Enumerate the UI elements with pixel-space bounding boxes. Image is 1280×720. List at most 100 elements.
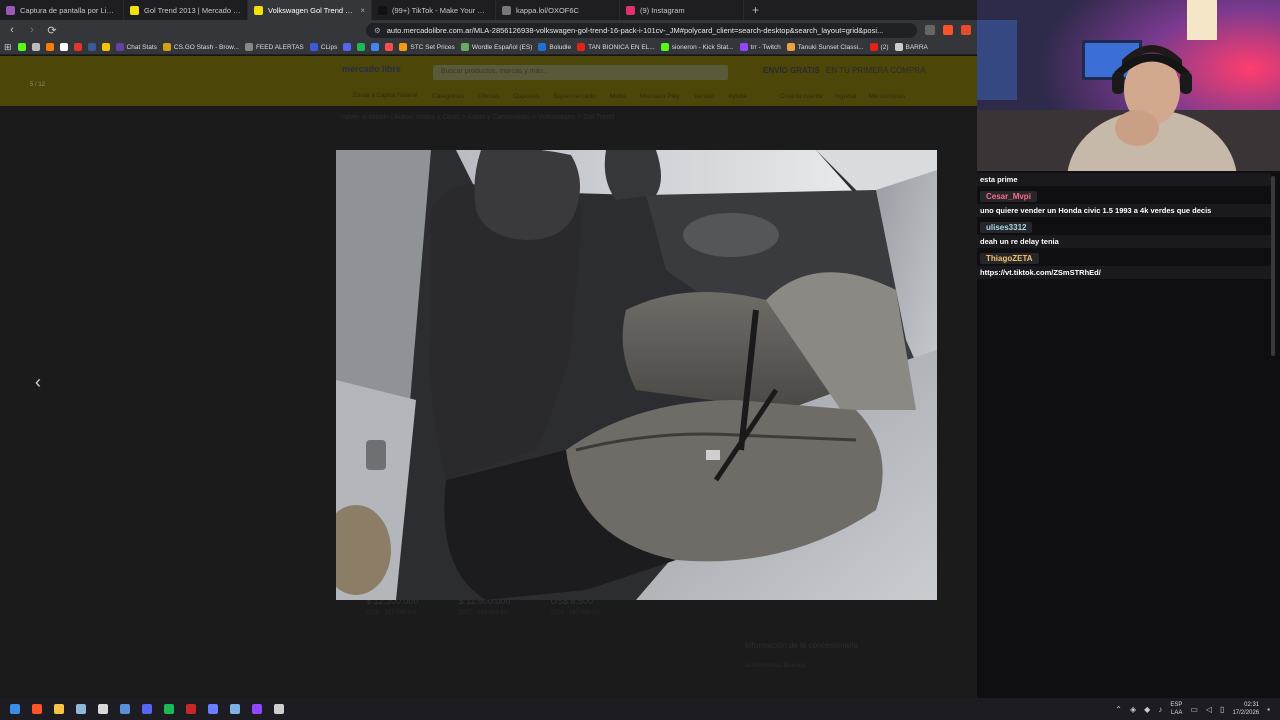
bookmark-item[interactable] bbox=[371, 43, 380, 51]
bookmark-item[interactable]: BARRA bbox=[894, 43, 928, 51]
bookmark-item[interactable] bbox=[73, 43, 82, 51]
chevron-up-icon[interactable]: ⌃ bbox=[1115, 705, 1122, 714]
brave-browser-icon-glyph bbox=[32, 704, 42, 714]
bookmark-favicon-icon bbox=[739, 43, 748, 51]
bookmark-item[interactable]: CLips bbox=[309, 43, 338, 51]
nav-link[interactable]: Ayuda bbox=[728, 93, 746, 100]
bookmark-item[interactable]: (2) bbox=[869, 43, 889, 51]
steam-icon[interactable] bbox=[70, 698, 92, 720]
browser-tab[interactable]: kappa.lol/OXOF6C bbox=[496, 0, 620, 20]
system-clock[interactable]: 02:31 17/2/2026 bbox=[1232, 701, 1259, 717]
bookmark-item[interactable]: FEED ALERTAS bbox=[244, 43, 304, 51]
refresh-app-icon[interactable] bbox=[268, 698, 290, 720]
chat-scrollbar[interactable] bbox=[1271, 176, 1275, 356]
file-explorer-icon[interactable] bbox=[48, 698, 70, 720]
network-app-icon[interactable] bbox=[224, 698, 246, 720]
nav-link[interactable]: Categorías bbox=[432, 93, 464, 100]
input-language[interactable]: ESP LAA bbox=[1170, 701, 1182, 717]
account-link[interactable]: Ingresá bbox=[835, 93, 857, 100]
bookmark-item[interactable]: sioneron - Kick Stat... bbox=[660, 43, 734, 51]
battery-icon[interactable]: ▯ bbox=[1220, 705, 1224, 714]
bookmark-item[interactable] bbox=[101, 43, 110, 51]
nav-link[interactable]: Mercado Play bbox=[640, 93, 680, 100]
breadcrumb[interactable]: Volver al listado | Autos, Motos y Otros… bbox=[340, 114, 614, 121]
browser-tab[interactable]: Captura de pantalla por Lightshot bbox=[0, 0, 124, 20]
bookmark-item[interactable]: Chat Stats bbox=[115, 43, 157, 51]
nav-link[interactable]: Ofertas bbox=[478, 93, 499, 100]
bookmark-favicon-icon bbox=[31, 43, 40, 51]
address-bar[interactable]: ⚙ auto.mercadolibre.com.ar/MLA-285612693… bbox=[366, 22, 917, 38]
nav-link[interactable]: Cupones bbox=[513, 93, 539, 100]
bookmark-favicon-icon bbox=[460, 43, 469, 51]
previous-image-button[interactable]: ‹ bbox=[28, 372, 48, 393]
refresh-app-icon-glyph bbox=[274, 704, 284, 714]
chat-username[interactable]: Cesar_Mvpi bbox=[980, 191, 1037, 202]
site-info-icon[interactable]: ⚙ bbox=[374, 26, 381, 35]
recording-icon-glyph bbox=[186, 704, 196, 714]
car-interior-photo bbox=[336, 150, 937, 600]
address-link[interactable]: Enviar a Capital Federal bbox=[353, 93, 417, 99]
bookmark-favicon-icon bbox=[115, 43, 124, 51]
browser-tab[interactable]: (99+) TikTok - Make Your Day bbox=[372, 0, 496, 20]
new-tab-button[interactable]: + bbox=[744, 3, 767, 17]
promo-free-shipping: ENVÍO GRATIS bbox=[763, 66, 820, 75]
bookmark-item[interactable]: CS.GO Stash - Brow... bbox=[162, 43, 239, 51]
reload-button[interactable]: ⟳ bbox=[46, 24, 58, 37]
forward-button[interactable]: › bbox=[26, 24, 38, 36]
account-link[interactable]: Creá tu cuenta bbox=[780, 93, 823, 100]
volume-icon[interactable]: ◁ bbox=[1206, 705, 1212, 714]
bookmark-item[interactable] bbox=[31, 43, 40, 51]
browser-tab[interactable]: (9) Instagram bbox=[620, 0, 744, 20]
bookmark-item[interactable]: Wordle Español (ES) bbox=[460, 43, 532, 51]
bookmark-item[interactable]: TAN BIONICA EN EL... bbox=[577, 43, 655, 51]
bookmark-item[interactable] bbox=[343, 43, 352, 51]
discord-icon[interactable] bbox=[136, 698, 158, 720]
steam-tray-icon[interactable]: ◈ bbox=[1130, 705, 1136, 714]
close-tab-icon[interactable]: × bbox=[360, 6, 365, 15]
brave-shields-icon[interactable] bbox=[943, 25, 953, 35]
mercadolibre-logo[interactable]: mercado libre bbox=[342, 64, 401, 74]
nav-link[interactable]: Moda bbox=[610, 93, 626, 100]
apps-grid-icon[interactable]: ⊞ bbox=[4, 42, 12, 53]
bookmark-favicon-icon bbox=[162, 43, 171, 51]
monitor-icon[interactable] bbox=[114, 698, 136, 720]
system-tray: ⌃ ◈ ◆ ♪ ESP LAA ▭ ◁ ▯ 02:31 17/2/2026 ▪ bbox=[1115, 698, 1280, 720]
recording-icon[interactable] bbox=[180, 698, 202, 720]
bookmark-favicon-icon bbox=[577, 43, 586, 51]
bookmark-item[interactable]: Boludle bbox=[538, 43, 571, 51]
search-input[interactable]: Buscar productos, marcas y más... bbox=[433, 65, 728, 80]
nav-link[interactable]: Supermercado bbox=[553, 93, 596, 100]
brave-rewards-icon[interactable] bbox=[961, 25, 971, 35]
bookmark-label: CLips bbox=[320, 43, 338, 51]
account-link[interactable]: Mis compras bbox=[868, 93, 905, 100]
browser-tab[interactable]: Volkswagen Gol Trend 1.6 Pack I... × bbox=[248, 0, 372, 20]
back-button[interactable]: ‹ bbox=[6, 24, 18, 36]
share-icon[interactable] bbox=[925, 25, 935, 35]
network-icon[interactable]: ▭ bbox=[1190, 705, 1198, 714]
bookmark-favicon-icon bbox=[869, 43, 878, 51]
bookmark-favicon-icon bbox=[357, 43, 366, 51]
dropbox-tray-icon[interactable]: ◆ bbox=[1144, 705, 1150, 714]
chat-username[interactable]: ThiagoZETA bbox=[980, 253, 1039, 264]
obs-icon[interactable] bbox=[92, 698, 114, 720]
bookmark-item[interactable] bbox=[45, 43, 54, 51]
brave-browser-icon[interactable] bbox=[26, 698, 48, 720]
chat-username[interactable]: ulises3312 bbox=[980, 222, 1033, 233]
notifications-icon[interactable]: ▪ bbox=[1267, 705, 1270, 714]
browser-tab[interactable]: Gol Trend 2013 | Mercado Libre bbox=[124, 0, 248, 20]
seller-name[interactable]: Automotores Buenos bbox=[745, 662, 806, 669]
bookmark-item[interactable] bbox=[385, 43, 394, 51]
vpn-icon[interactable] bbox=[202, 698, 224, 720]
bookmark-item[interactable]: Tanuki Sunset Classi... bbox=[786, 43, 864, 51]
bookmark-item[interactable] bbox=[17, 43, 26, 51]
bookmark-item[interactable] bbox=[357, 43, 366, 51]
spotify-icon[interactable] bbox=[158, 698, 180, 720]
bookmark-item[interactable]: STC Set Prices bbox=[399, 43, 455, 51]
twitch-icon[interactable] bbox=[246, 698, 268, 720]
bookmark-item[interactable] bbox=[87, 43, 96, 51]
bookmark-item[interactable] bbox=[59, 43, 68, 51]
bookmark-item[interactable]: trr - Twitch bbox=[739, 43, 781, 51]
nav-link[interactable]: Vender bbox=[694, 93, 715, 100]
windows-start-icon[interactable] bbox=[4, 698, 26, 720]
microphone-icon[interactable]: ♪ bbox=[1158, 705, 1162, 714]
